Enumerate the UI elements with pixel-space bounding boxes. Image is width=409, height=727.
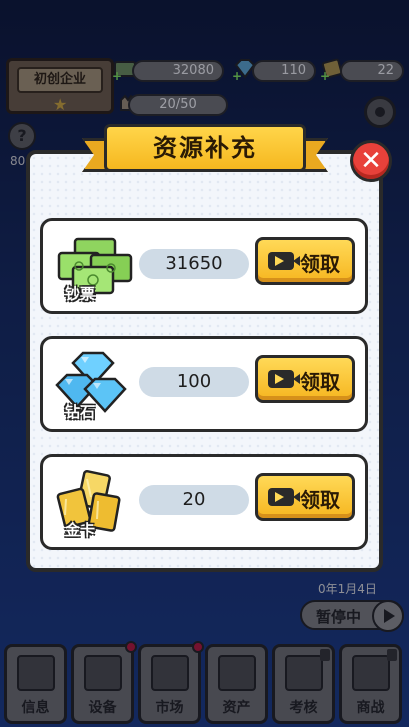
notification-dot	[192, 641, 204, 653]
tab-label: 信息	[21, 700, 50, 716]
tab-label: 设备	[88, 700, 117, 716]
video-camera-icon	[268, 370, 300, 388]
cash-value: 32080	[132, 60, 224, 82]
building-icon	[151, 655, 189, 691]
diamond-value: 110	[252, 60, 316, 82]
tab-label: 考核	[289, 700, 318, 716]
chess-icon	[352, 655, 390, 691]
dialog-title: 资源补充	[153, 134, 257, 162]
tab-label: 商战	[356, 700, 385, 716]
side-number: 80	[10, 154, 26, 168]
item-amount: 100	[139, 367, 249, 397]
tab-label: 资产	[222, 700, 251, 716]
monitor-icon	[17, 655, 55, 691]
item-name: 金卡	[65, 521, 96, 539]
help-icon[interactable]: ?	[8, 122, 36, 150]
close-icon: ✕	[360, 146, 382, 176]
lock-icon	[320, 649, 330, 661]
item-name: 钞票	[65, 285, 96, 303]
claim-button[interactable]: 领取	[255, 473, 355, 521]
play-icon[interactable]	[372, 600, 404, 632]
company-badge[interactable]: 初创企业 ★	[6, 58, 114, 114]
chart-icon	[218, 655, 256, 691]
dialog-title-banner: 资源补充	[82, 124, 328, 178]
tab-equipment[interactable]: 设备	[71, 641, 137, 724]
resource-card-gold: 金卡 20 领取	[40, 454, 368, 550]
resource-card-cash: 钞票 31650 领取	[40, 218, 368, 314]
claim-label: 领取	[300, 370, 340, 394]
svg-text:+: +	[232, 69, 242, 80]
gear-icon[interactable]	[364, 96, 396, 128]
pause-label: 暂停中	[316, 608, 362, 626]
title-plate: 资源补充	[104, 124, 306, 172]
item-amount: 20	[139, 485, 249, 515]
video-camera-icon	[268, 252, 300, 270]
tab-market[interactable]: 市场	[138, 641, 204, 724]
tab-info[interactable]: 信息	[4, 644, 67, 724]
documents-icon	[285, 655, 323, 691]
claim-label: 领取	[300, 488, 340, 512]
svg-text:+: +	[320, 69, 330, 80]
close-button[interactable]: ✕	[350, 140, 392, 182]
claim-button[interactable]: 领取	[255, 355, 355, 403]
claim-label: 领取	[300, 252, 340, 276]
company-label: 初创企业	[17, 67, 103, 93]
resource-card-diamond: 钻石 100 领取	[40, 336, 368, 432]
stamina-value: 20/50	[128, 94, 228, 116]
game-date: 0年1月4日	[318, 582, 377, 596]
claim-button[interactable]: 领取	[255, 237, 355, 285]
pause-button[interactable]: 暂停中	[300, 600, 404, 632]
lock-icon	[387, 649, 397, 661]
item-amount: 31650	[139, 249, 249, 279]
notification-dot	[125, 641, 137, 653]
video-camera-icon	[268, 488, 300, 506]
svg-text:+: +	[112, 69, 122, 80]
star-icon: ★	[53, 95, 68, 114]
tab-assessment[interactable]: 考核	[272, 644, 335, 724]
tab-assets[interactable]: 资产	[205, 644, 268, 724]
printer-icon	[84, 655, 122, 691]
gold-value: 22	[340, 60, 404, 82]
tab-business-war[interactable]: 商战	[339, 644, 402, 724]
tab-label: 市场	[155, 700, 184, 716]
item-name: 钻石	[65, 403, 96, 421]
bottom-nav: 信息 设备 市场 资产 考核 商战	[0, 640, 409, 727]
